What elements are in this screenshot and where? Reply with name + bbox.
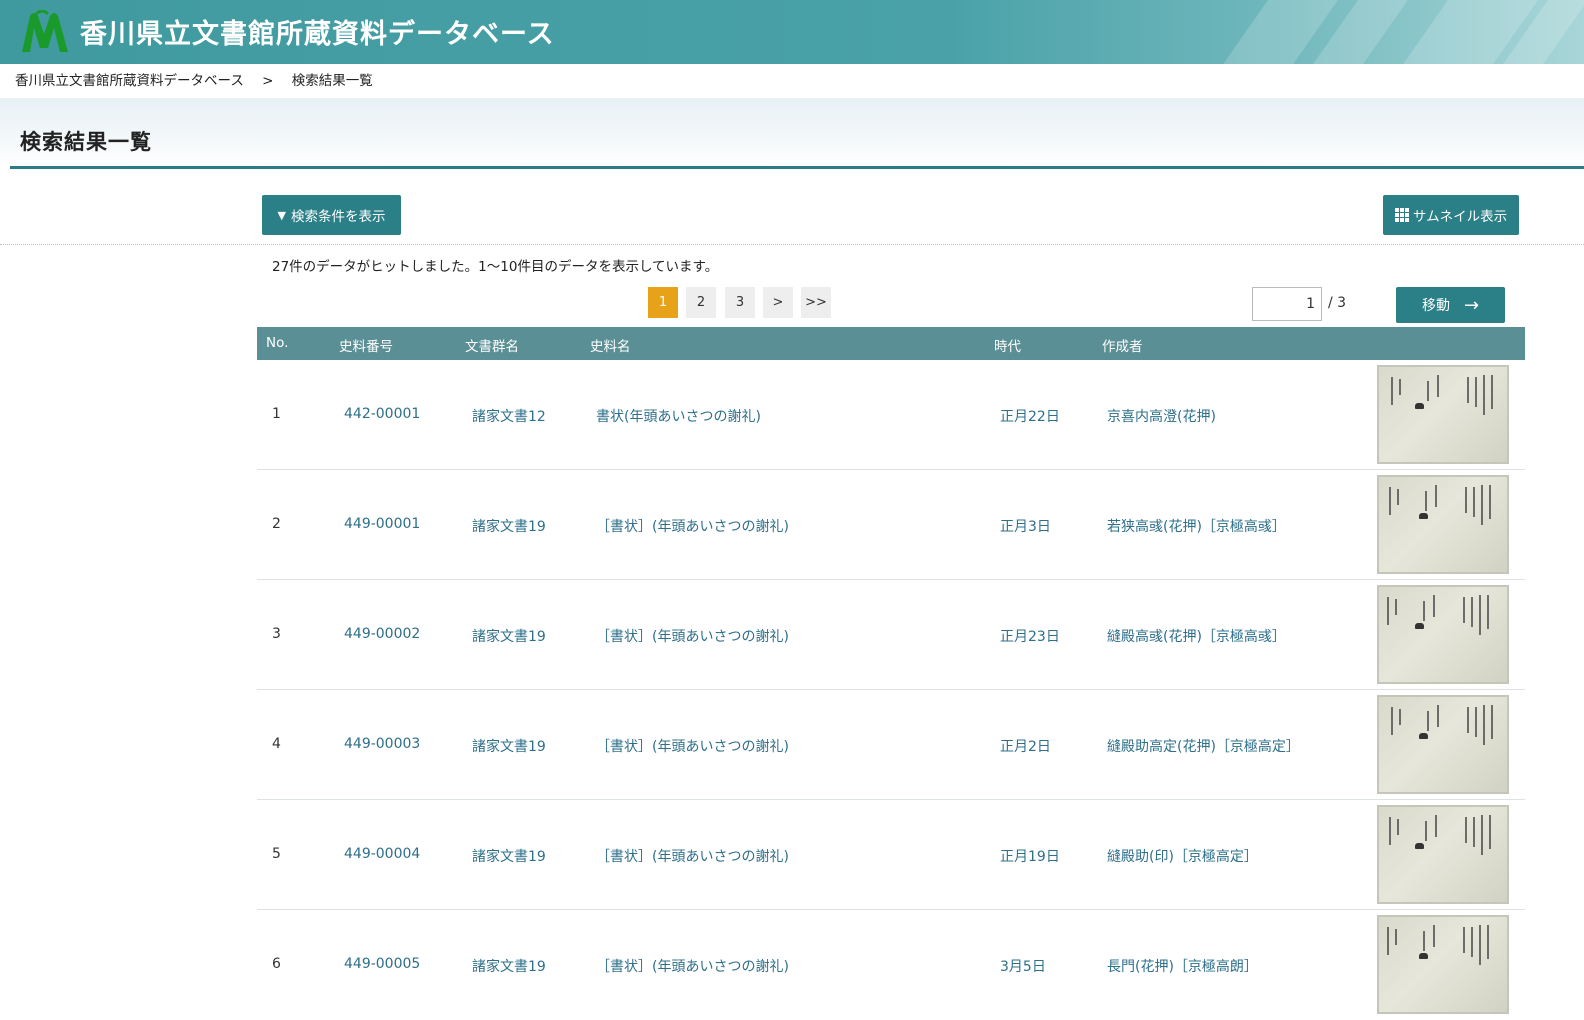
cell-no: 6 xyxy=(272,956,281,972)
document-thumbnail[interactable] xyxy=(1377,585,1509,684)
cell-author-link[interactable]: 京喜内高澄(花押) xyxy=(1107,406,1216,426)
cell-author-link[interactable]: 縫殿高彧(花押)［京極高彧］ xyxy=(1107,626,1286,646)
cell-name-link[interactable]: ［書状］(年頭あいさつの謝礼) xyxy=(596,956,789,976)
page-link-1[interactable]: 1 xyxy=(648,287,678,318)
cell-author-link[interactable]: 縫殿助高定(花押)［京極高定］ xyxy=(1107,736,1300,756)
header-no: No. xyxy=(266,335,289,351)
document-thumbnail[interactable] xyxy=(1377,915,1509,1014)
cell-era-link[interactable]: 正月22日 xyxy=(1000,406,1060,426)
cell-era-link[interactable]: 正月19日 xyxy=(1000,846,1060,866)
header-era: 時代 xyxy=(994,339,1021,355)
breadcrumb-home[interactable]: 香川県立文書館所蔵資料データベース xyxy=(15,73,244,89)
breadcrumb-current: 検索結果一覧 xyxy=(291,73,373,89)
cell-name-link[interactable]: ［書状］(年頭あいさつの謝礼) xyxy=(596,736,789,756)
table-row: 3 449-00002 諸家文書19 ［書状］(年頭あいさつの謝礼) 正月23日 縫殿高彧… xyxy=(257,580,1525,690)
triangle-down-icon: ▼ xyxy=(277,208,286,222)
table-row: 2 449-00001 諸家文書19 ［書状］(年頭あいさつの謝礼) 正月3日 若狭高彧(… xyxy=(257,470,1525,580)
cell-no: 4 xyxy=(272,736,281,752)
cell-author-link[interactable]: 縫殿助(印)［京極高定］ xyxy=(1107,846,1258,866)
cell-author-link[interactable]: 若狭高彧(花押)［京極高彧］ xyxy=(1107,516,1286,536)
cell-era-link[interactable]: 3月5日 xyxy=(1000,956,1046,976)
cell-id-link[interactable]: 449-00005 xyxy=(344,956,420,972)
cell-id-link[interactable]: 449-00004 xyxy=(344,846,420,862)
prefecture-logo[interactable] xyxy=(20,10,70,54)
cell-id-link[interactable]: 442-00001 xyxy=(344,406,420,422)
cell-id-link[interactable]: 449-00002 xyxy=(344,626,420,642)
cell-era-link[interactable]: 正月2日 xyxy=(1000,736,1051,756)
page-title: 検索結果一覧 xyxy=(20,130,152,154)
cell-group-link[interactable]: 諸家文書12 xyxy=(472,406,546,426)
grid-icon xyxy=(1394,208,1409,222)
table-row: 6 449-00005 諸家文書19 ［書状］(年頭あいさつの謝礼) 3月5日 長門(花押… xyxy=(257,910,1525,1020)
next-page-link[interactable]: > xyxy=(763,287,793,318)
arrow-right-icon: → xyxy=(1463,294,1480,316)
document-thumbnail[interactable] xyxy=(1377,475,1509,574)
page-total: / 3 xyxy=(1328,295,1347,311)
page-link-2[interactable]: 2 xyxy=(686,287,716,318)
site-header: 香川県立文書館所蔵資料データベース xyxy=(0,0,1584,64)
document-thumbnail[interactable] xyxy=(1377,365,1509,464)
cell-group-link[interactable]: 諸家文書19 xyxy=(472,736,546,756)
cell-no: 5 xyxy=(272,846,281,862)
cell-no: 3 xyxy=(272,626,281,642)
header-group: 文書群名 xyxy=(465,339,519,355)
cell-no: 1 xyxy=(272,406,281,422)
cell-group-link[interactable]: 諸家文書19 xyxy=(472,956,546,976)
cell-group-link[interactable]: 諸家文書19 xyxy=(472,846,546,866)
title-band xyxy=(0,98,1584,168)
cell-era-link[interactable]: 正月23日 xyxy=(1000,626,1060,646)
show-search-conditions-button[interactable]: ▼ 検索条件を表示 xyxy=(262,195,401,235)
breadcrumb: 香川県立文書館所蔵資料データベース > 検索結果一覧 xyxy=(15,69,387,89)
header-id: 史料番号 xyxy=(339,339,393,355)
go-to-page-button[interactable]: 移動 → xyxy=(1396,287,1505,323)
document-thumbnail[interactable] xyxy=(1377,695,1509,794)
table-row: 4 449-00003 諸家文書19 ［書状］(年頭あいさつの謝礼) 正月2日 縫殿助高定… xyxy=(257,690,1525,800)
header-author: 作成者 xyxy=(1102,339,1143,355)
cell-era-link[interactable]: 正月3日 xyxy=(1000,516,1051,536)
header-name: 史料名 xyxy=(590,339,631,355)
cell-group-link[interactable]: 諸家文書19 xyxy=(472,626,546,646)
thumbnail-view-button[interactable]: サムネイル表示 xyxy=(1383,195,1519,235)
table-row: 1 442-00001 諸家文書12 書状(年頭あいさつの謝礼) 正月22日 京喜内高澄(… xyxy=(257,360,1525,470)
results-summary: 27件のデータがヒットしました。1〜10件目のデータを表示しています。 xyxy=(272,259,719,275)
cell-name-link[interactable]: 書状(年頭あいさつの謝礼) xyxy=(596,406,761,426)
cell-group-link[interactable]: 諸家文書19 xyxy=(472,516,546,536)
cell-id-link[interactable]: 449-00001 xyxy=(344,516,420,532)
cell-name-link[interactable]: ［書状］(年頭あいさつの謝礼) xyxy=(596,516,789,536)
page-number-input[interactable] xyxy=(1252,287,1322,321)
site-title[interactable]: 香川県立文書館所蔵資料データベース xyxy=(80,12,555,51)
cell-no: 2 xyxy=(272,516,281,532)
go-to-page-label: 移動 xyxy=(1421,298,1450,314)
cell-name-link[interactable]: ［書状］(年頭あいさつの謝礼) xyxy=(596,626,789,646)
cell-id-link[interactable]: 449-00003 xyxy=(344,736,420,752)
cell-author-link[interactable]: 長門(花押)［京極高朗］ xyxy=(1107,956,1258,976)
last-page-link[interactable]: >> xyxy=(801,287,831,318)
page-link-3[interactable]: 3 xyxy=(725,287,755,318)
table-header: No. 史料番号 文書群名 史料名 時代 作成者 xyxy=(257,327,1525,360)
dotted-divider xyxy=(0,244,1584,245)
breadcrumb-separator: > xyxy=(262,73,274,89)
show-search-conditions-label: 検索条件を表示 xyxy=(290,209,386,225)
title-divider xyxy=(10,166,1584,169)
cell-name-link[interactable]: ［書状］(年頭あいさつの謝礼) xyxy=(596,846,789,866)
document-thumbnail[interactable] xyxy=(1377,805,1509,904)
thumbnail-view-label: サムネイル表示 xyxy=(1412,209,1508,225)
table-row: 5 449-00004 諸家文書19 ［書状］(年頭あいさつの謝礼) 正月19日 縫殿助(… xyxy=(257,800,1525,910)
